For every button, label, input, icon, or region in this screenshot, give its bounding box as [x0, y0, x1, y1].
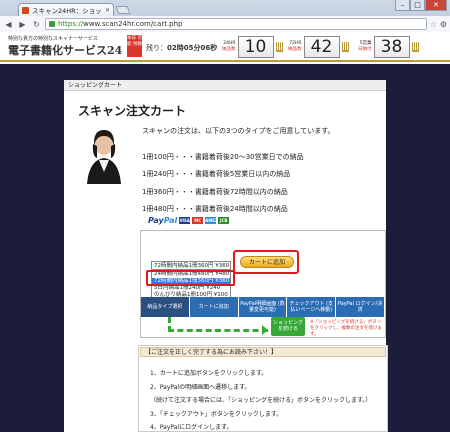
pricing-item: 1冊240円・・・書籍着荷後5営業日以内の納品	[142, 170, 291, 179]
highlight-box-add	[233, 250, 299, 274]
amex-card-icon: AMEX	[205, 217, 219, 224]
intro-text: スキャンの注文は、以下の3つのタイプをご用意しています。	[142, 127, 335, 135]
step-item: PayPal明細画面 (数量変更可能)	[238, 297, 288, 317]
counter-value: 38	[373, 35, 410, 58]
paypal-wordmark: PayPal	[148, 216, 178, 225]
minimize-icon[interactable]: –	[395, 0, 410, 11]
instructions-title: 【ご注文を正しく完了する為にお読み下さい！】	[140, 347, 386, 357]
navigation-bar: ◀ ▶ ↻ https://www.scan24hr.com/cart.php …	[0, 16, 450, 32]
breadcrumb: ショッピングカート	[64, 80, 386, 91]
close-window-icon[interactable]: ✕	[425, 0, 447, 11]
tab-title: スキャン24HR：ショッ…	[32, 7, 102, 15]
delivery-type-select[interactable]: 72時間内納品1冊360円 ¥360	[151, 261, 231, 270]
instruction-item: 1、カートに追加ボタンをクリックします。	[150, 370, 268, 377]
maximize-icon[interactable]: □	[410, 0, 425, 11]
new-tab-button[interactable]	[115, 6, 131, 14]
pricing-item: 1冊100円・・・書籍着荷後20～30営業日での納品	[142, 153, 304, 161]
counter-5day: 5営業 日納付 38	[358, 35, 419, 58]
reload-icon[interactable]: ↻	[31, 19, 42, 30]
bookmark-star-icon[interactable]: ☆	[430, 20, 437, 29]
instructions-list: 1、カートに追加ボタンをクリックします。 2、PayPalの明細画面へ遷移します…	[150, 368, 371, 432]
counter-value: 10	[237, 35, 274, 58]
dropdown-option[interactable]: 5日内納品1冊240円 ¥240	[152, 285, 230, 292]
page-title: スキャン注文カート	[78, 104, 187, 118]
counter-72hr: 72HR 納品数 42	[288, 35, 349, 58]
lock-icon	[49, 21, 55, 27]
browser-tab[interactable]: スキャン24HR：ショッ… ✕	[18, 3, 114, 16]
counter-24hr: 24HR 納品数 10	[222, 35, 283, 58]
browser-chrome: スキャン24HR：ショッ… ✕ – □ ✕ ◀ ▶ ↻ https://www.…	[0, 0, 450, 32]
visa-card-icon: VISA	[179, 217, 191, 224]
step-item: PayPal ログイン/決済	[336, 297, 385, 317]
arrow-head-icon	[262, 325, 268, 335]
bar-graph-icon	[411, 41, 419, 52]
order-steps: 納品タイプ選択 カートに追加 PayPal明細画面 (数量変更可能) チェックア…	[141, 297, 385, 317]
jcb-card-icon: JCB	[218, 217, 230, 224]
site-favicon-icon	[22, 6, 29, 14]
counter-value: 42	[303, 35, 340, 58]
instruction-item: 2、PayPalの明細画面へ遷移します。	[150, 383, 251, 391]
back-icon[interactable]: ◀	[3, 19, 14, 30]
continue-shopping-button[interactable]: ショッピング を続ける	[271, 317, 305, 336]
instruction-item: 4、PayPalにログインします。	[150, 424, 233, 431]
site-logo[interactable]: 電子書籍化サービス24	[8, 42, 122, 58]
step-item: 納品タイプ選択	[141, 297, 190, 317]
urgent-badge: 本日 可能 残数	[127, 35, 142, 57]
site-tagline: 特別な貴方の特別なスキャナーサービス	[8, 36, 98, 42]
url-text: https://www.scan24hr.com/cart.php	[58, 20, 183, 28]
continue-note: ※「ショッピングを続ける」ボタンをクリックし、複数の注文を続けます。	[310, 320, 382, 337]
continue-arrow-icon	[168, 317, 268, 332]
step-item: チェックアウト (支払いページへ移動)	[287, 297, 337, 317]
bar-graph-icon	[275, 41, 283, 52]
pricing-item: 1冊480円・・・書籍着荷後24時間以内の納品	[142, 205, 288, 214]
remaining-time: 残り：02時05分06秒	[146, 44, 218, 52]
highlight-box-option	[146, 270, 235, 286]
instruction-item: （続けて注文する場合には、「ショッピングを続ける」ボタンをクリックします。）	[150, 397, 372, 404]
pricing-list: 1冊100円・・・書籍着荷後20～30営業日での納品 1冊240円・・・書籍着荷…	[142, 152, 304, 222]
close-tab-icon[interactable]: ✕	[105, 7, 110, 14]
site-header: 特別な貴方の特別なスキャナーサービス 電子書籍化サービス24 本日 可能 残数 …	[0, 32, 450, 62]
wrench-icon[interactable]: ⚙	[440, 20, 447, 29]
bar-graph-icon	[341, 41, 349, 52]
step-item: カートに追加	[189, 297, 239, 317]
mastercard-icon: MC	[192, 217, 204, 224]
forward-icon[interactable]: ▶	[17, 19, 28, 30]
businesswoman-photo	[79, 122, 129, 184]
window-controls: – □ ✕	[395, 0, 447, 11]
paypal-logo: PayPal VISA MC AMEX JCB	[148, 216, 230, 225]
pricing-item: 1冊360円・・・書籍着荷後72時間以内の納品	[142, 187, 288, 196]
address-bar[interactable]: https://www.scan24hr.com/cart.php	[45, 18, 427, 30]
instruction-item: 3、「チェックアウト」ボタンをクリックします。	[150, 410, 283, 418]
